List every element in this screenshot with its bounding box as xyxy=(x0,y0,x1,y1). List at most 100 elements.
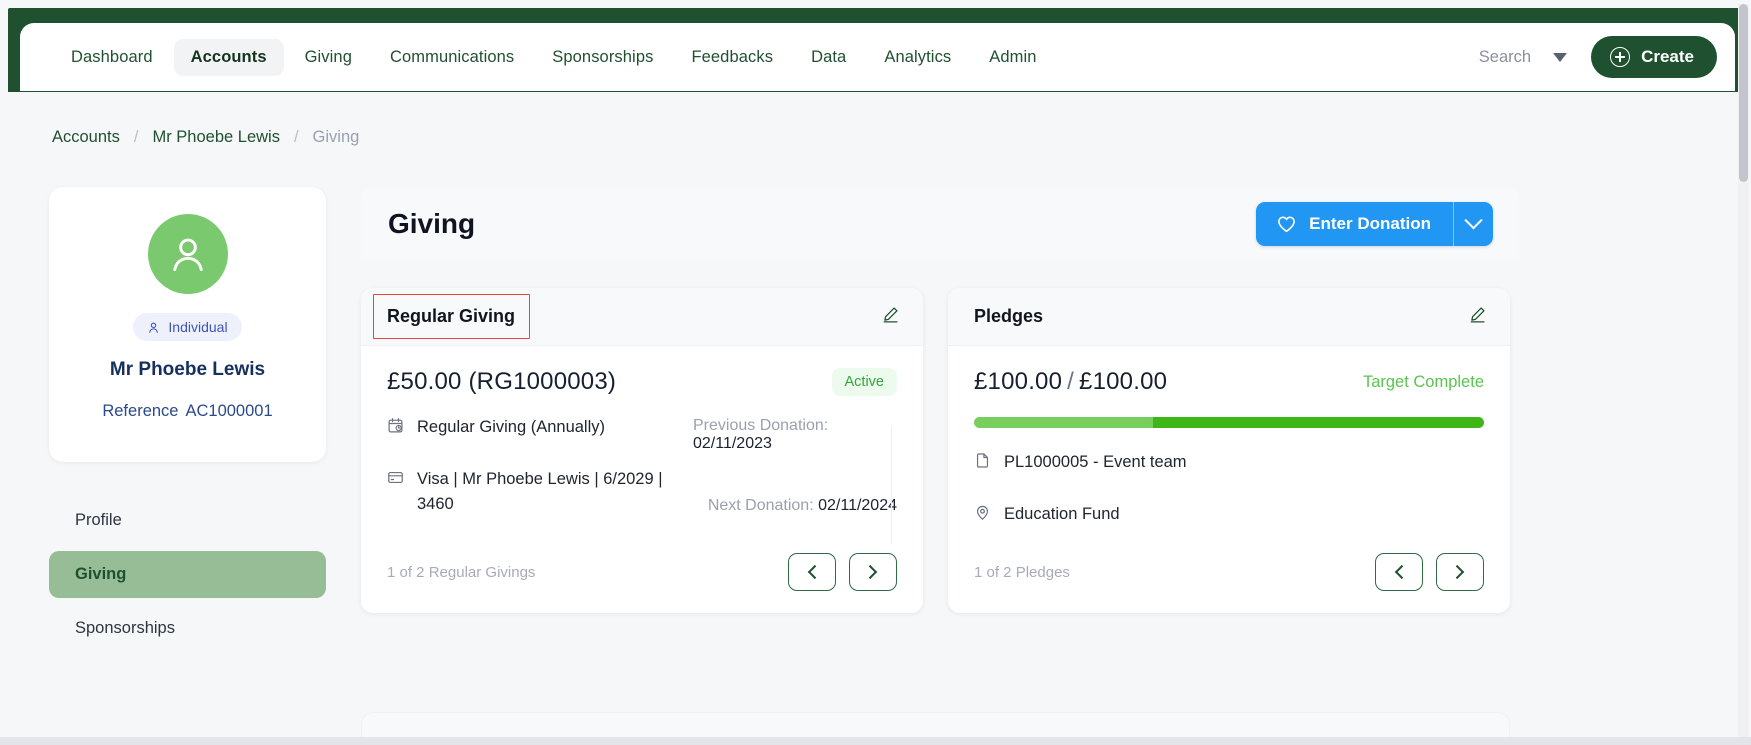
breadcrumb-separator: / xyxy=(133,128,139,146)
enter-donation-button[interactable]: Enter Donation xyxy=(1256,202,1453,246)
regular-giving-frequency: Regular Giving (Annually) xyxy=(417,418,606,436)
pin-glyph xyxy=(976,505,989,520)
heart-icon xyxy=(1278,216,1296,233)
regular-giving-next-button[interactable] xyxy=(849,553,897,591)
pledges-count: 1 of 2 Pledges xyxy=(974,564,1070,581)
pencil-glyph xyxy=(883,306,898,322)
sidebar-item-sponsorships[interactable]: Sponsorships xyxy=(49,605,326,652)
search-dropdown[interactable]: Search xyxy=(1478,47,1568,67)
pledges-card-header: Pledges xyxy=(948,288,1510,346)
divider xyxy=(891,426,892,544)
chevron-right-icon xyxy=(1450,564,1465,580)
edit-pencil-icon[interactable] xyxy=(881,305,900,329)
nav-item-dashboard[interactable]: Dashboard xyxy=(54,39,170,76)
regular-giving-payment-method: Visa | Mr Phoebe Lewis | 6/2029 | 3460 xyxy=(417,469,663,514)
calendar-glyph xyxy=(388,418,403,433)
page-title: Giving xyxy=(388,208,476,239)
next-donation-block: Next Donation: 02/11/2024 xyxy=(693,497,897,515)
pledges-card-body: £100.00/£100.00 Target Complete PL100000 xyxy=(948,346,1510,613)
status-badge: Individual xyxy=(133,313,242,341)
page-scrollbar-thumb[interactable] xyxy=(1739,4,1748,182)
regular-giving-count-noun: Regular Givings xyxy=(428,563,536,581)
pledges-pager xyxy=(1375,553,1484,591)
location-pin-icon xyxy=(974,504,991,530)
nav-item-giving[interactable]: Giving xyxy=(288,39,369,76)
create-button[interactable]: Create xyxy=(1591,36,1717,78)
previous-donation-label: Previous Donation: xyxy=(693,417,829,434)
next-donation-colon: : xyxy=(809,497,814,514)
nav-items: Dashboard Accounts Giving Communications… xyxy=(54,38,1054,76)
pledges-count-value: 1 of 2 xyxy=(974,563,1012,581)
enter-donation-label: Enter Donation xyxy=(1309,214,1431,233)
pledges-fund: Education Fund xyxy=(1004,504,1120,523)
chevron-right-icon xyxy=(863,564,878,580)
regular-giving-info-right: Previous Donation: 02/11/2023 Next Donat… xyxy=(687,415,897,542)
chevron-down-icon xyxy=(1553,52,1568,62)
profile-card: Individual Mr Phoebe Lewis Reference AC10… xyxy=(49,187,326,462)
profile-reference: Reference AC1000001 xyxy=(102,402,272,421)
breadcrumb-giving: Giving xyxy=(312,128,360,146)
pledges-status: Target Complete xyxy=(1362,373,1484,391)
window-bottom-edge xyxy=(0,737,1751,745)
person-icon xyxy=(172,238,203,272)
pledges-prev-button[interactable] xyxy=(1375,553,1423,591)
app-window: Dashboard Accounts Giving Communications… xyxy=(0,0,1751,745)
pledges-reference: PL1000005 - Event team xyxy=(1004,453,1187,471)
regular-giving-pager xyxy=(788,553,897,591)
pledges-count-noun: Pledges xyxy=(1015,563,1070,581)
pledges-amount-separator: / xyxy=(1067,368,1075,395)
pledges-next-button[interactable] xyxy=(1436,553,1484,591)
pledges-amount-target: £100.00 xyxy=(1079,368,1168,395)
nav-item-feedbacks[interactable]: Feedbacks xyxy=(674,39,790,76)
nav-item-communications[interactable]: Communications xyxy=(373,39,531,76)
edit-pencil-icon[interactable] xyxy=(1468,305,1487,329)
chevron-left-icon xyxy=(807,564,822,580)
breadcrumb-account-name[interactable]: Mr Phoebe Lewis xyxy=(152,128,279,147)
regular-giving-prev-button[interactable] xyxy=(788,553,836,591)
nav-right-group: Search Create xyxy=(1479,36,1717,78)
sidebar-item-giving[interactable]: Giving xyxy=(49,551,326,598)
search-label: Search xyxy=(1478,47,1532,66)
document-icon xyxy=(974,452,991,478)
nav-item-admin[interactable]: Admin xyxy=(972,39,1053,76)
pledges-fund-line: Education Fund xyxy=(974,502,1484,530)
regular-giving-info-left: Regular Giving (Annually) Visa | Mr Phoe… xyxy=(387,415,687,542)
plus-circle-icon xyxy=(1610,47,1631,67)
reference-value: AC1000001 xyxy=(185,402,273,420)
regular-giving-card-header: Regular Giving xyxy=(361,288,923,346)
pledges-amount-raised: £100.00 xyxy=(974,368,1063,395)
previous-donation-block: Previous Donation: 02/11/2023 xyxy=(693,417,897,453)
nav-item-sponsorships[interactable]: Sponsorships xyxy=(535,39,670,76)
regular-giving-card: Regular Giving £50.00 (RG1000003) Active xyxy=(361,288,923,613)
breadcrumb-accounts[interactable]: Accounts xyxy=(52,128,120,147)
regular-giving-count: 1 of 2 Regular Givings xyxy=(387,564,535,581)
nav-item-accounts[interactable]: Accounts xyxy=(173,38,284,76)
chevron-down-icon xyxy=(1464,210,1483,229)
card-glyph xyxy=(388,471,403,483)
pencil-glyph xyxy=(1470,306,1485,322)
sidebar-item-profile[interactable]: Profile xyxy=(49,497,326,544)
page-scrollbar[interactable] xyxy=(1738,4,1749,741)
giving-page-header: Giving Enter Donation xyxy=(361,188,1519,260)
pledges-title: Pledges xyxy=(974,306,1044,326)
regular-giving-amount: £50.00 (RG1000003) xyxy=(387,368,617,395)
avatar xyxy=(147,214,228,294)
calendar-clock-icon xyxy=(387,417,404,443)
pledges-info-list: PL1000005 - Event team Education Fund xyxy=(974,450,1484,529)
regular-giving-status-badge: Active xyxy=(831,368,897,396)
regular-giving-title: Regular Giving xyxy=(387,306,516,326)
create-button-label: Create xyxy=(1641,47,1694,66)
regular-giving-card-footer: 1 of 2 Regular Givings xyxy=(387,553,897,591)
enter-donation-dropdown-toggle[interactable] xyxy=(1453,202,1493,246)
nav-item-analytics[interactable]: Analytics xyxy=(867,39,968,76)
regular-giving-amount-row: £50.00 (RG1000003) Active xyxy=(387,368,897,396)
chevron-left-icon xyxy=(1394,564,1409,580)
next-donation-label: Next Donation xyxy=(707,497,810,514)
main-navbar: Dashboard Accounts Giving Communications… xyxy=(20,23,1735,91)
pledges-card-footer: 1 of 2 Pledges xyxy=(974,553,1484,591)
reference-label: Reference xyxy=(102,402,179,420)
next-donation-value: 02/11/2024 xyxy=(818,497,897,514)
nav-item-data[interactable]: Data xyxy=(794,39,863,76)
regular-giving-frequency-line: Regular Giving (Annually) xyxy=(387,415,687,443)
regular-giving-count-value: 1 of 2 xyxy=(387,563,425,581)
